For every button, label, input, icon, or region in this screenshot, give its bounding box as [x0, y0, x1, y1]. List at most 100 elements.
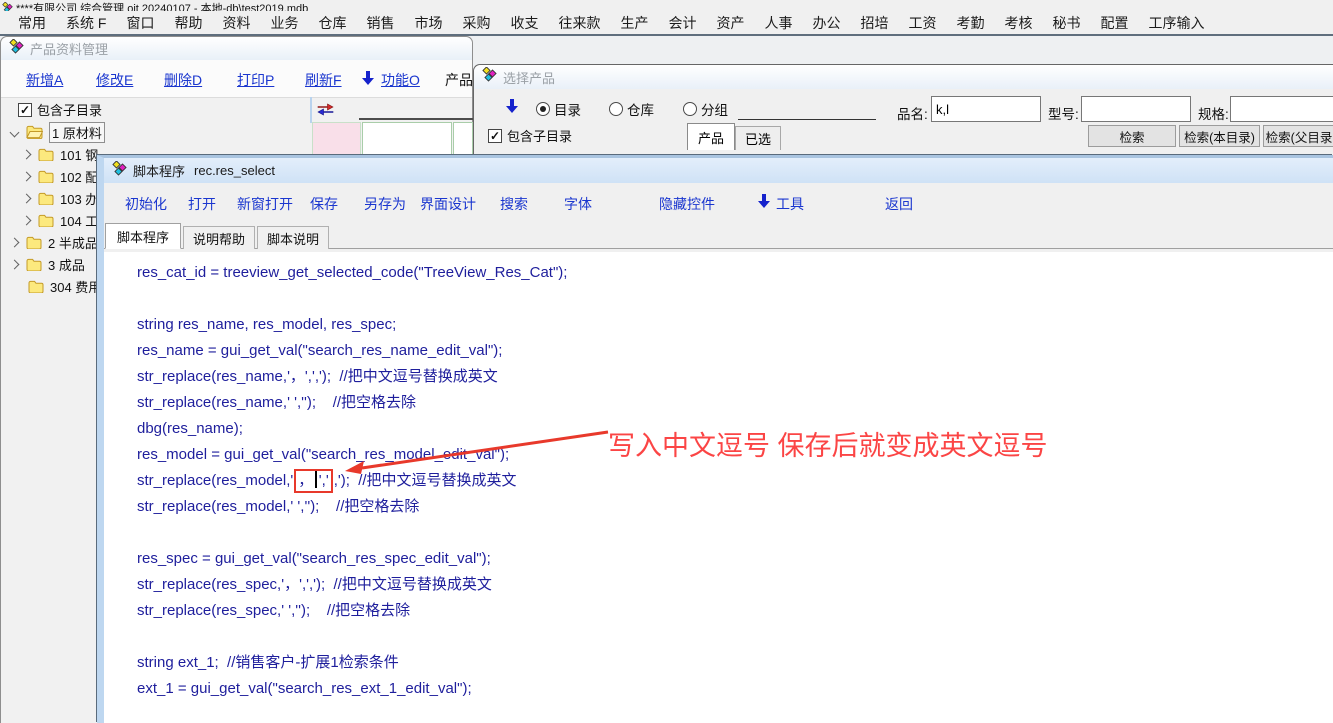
tree-item-label[interactable]: 2 半成品 — [48, 233, 98, 252]
code-editor[interactable]: res_cat_id = treeview_get_selected_code(… — [104, 252, 1333, 723]
save-as-button[interactable]: 另存为 — [364, 194, 406, 214]
add-button[interactable]: 新增A — [26, 70, 63, 90]
save-button[interactable]: 保存 — [310, 194, 338, 214]
open-folder-icon — [26, 125, 43, 139]
tab-script[interactable]: 脚本程序 — [105, 223, 181, 249]
menu-item-peizhi[interactable]: 配置 — [1090, 13, 1138, 33]
spec-field-label: 规格: — [1198, 103, 1229, 123]
select-product-caption: 选择产品 — [474, 65, 1333, 89]
tree-item-raw-materials[interactable]: 1 原材料 — [1, 121, 474, 143]
code-line: res_name = gui_get_val("search_res_name_… — [137, 338, 1333, 364]
menu-item-caigou[interactable]: 采购 — [452, 13, 500, 33]
menu-item-kuaiji[interactable]: 会计 — [658, 13, 706, 33]
menu-item-cangku[interactable]: 仓库 — [308, 13, 356, 33]
tab-help[interactable]: 说明帮助 — [183, 226, 255, 249]
code-line: str_replace(res_name,' ',''); //把空格去除 — [137, 390, 1333, 416]
select-product-tab-row: ✓ 包含子目录 产品 已选 检索 检索(本目录) 检索(父目录 — [474, 123, 1333, 156]
app-title: ****有限公司 综合管理 oit 20240107 - 本地-db\test2… — [16, 0, 308, 11]
refresh-button[interactable]: 刷新F — [305, 70, 342, 90]
tree-item-label[interactable]: 3 成品 — [48, 255, 85, 274]
delete-button[interactable]: 删除D — [164, 70, 202, 90]
functions-button[interactable]: 功能O — [381, 70, 420, 90]
tree-item-label[interactable]: 103 办 — [60, 189, 98, 208]
menu-item-shengchan[interactable]: 生产 — [610, 13, 658, 33]
checkbox-checked-icon[interactable]: ✓ — [488, 129, 502, 143]
chevron-down-icon[interactable] — [10, 127, 20, 137]
window-icon — [112, 161, 127, 181]
tree-item-label[interactable]: 104 工 — [60, 211, 98, 230]
model-field-input[interactable] — [1081, 96, 1191, 122]
radio-icon[interactable] — [609, 102, 623, 116]
tree-item-label[interactable]: 1 原材料 — [49, 122, 105, 143]
chevron-right-icon[interactable] — [22, 149, 32, 159]
script-editor-caption: 脚本程序 rec.res_select — [104, 158, 1333, 183]
spec-field-input[interactable] — [1230, 96, 1333, 122]
open-button[interactable]: 打开 — [188, 194, 216, 214]
radio-icon[interactable] — [683, 102, 697, 116]
menu-item-gongxushuru[interactable]: 工序输入 — [1138, 13, 1214, 33]
chevron-right-icon[interactable] — [10, 259, 20, 269]
filter-underline-input[interactable] — [738, 95, 876, 120]
menu-item-chuangkou[interactable]: 窗口 — [116, 13, 164, 33]
menu-item-renshi[interactable]: 人事 — [754, 13, 802, 33]
menu-item-wanglaikuan[interactable]: 往来款 — [548, 13, 610, 33]
menu-item-xiaoshou[interactable]: 销售 — [356, 13, 404, 33]
tree-item-label[interactable]: 102 配 — [60, 167, 98, 186]
font-button[interactable]: 字体 — [564, 194, 592, 214]
folder-icon — [38, 170, 54, 183]
radio-selected-icon[interactable] — [536, 102, 550, 116]
menu-item-yewu[interactable]: 业务 — [260, 13, 308, 33]
search-button[interactable]: 搜索 — [500, 194, 528, 214]
init-button[interactable]: 初始化 — [125, 194, 167, 214]
window-icon — [9, 39, 24, 59]
menu-item-changyong[interactable]: 常用 — [8, 13, 56, 33]
menu-item-ziliao[interactable]: 资料 — [212, 13, 260, 33]
print-button[interactable]: 打印P — [237, 70, 274, 90]
hide-controls-button[interactable]: 隐藏控件 — [659, 194, 715, 214]
ui-design-button[interactable]: 界面设计 — [420, 194, 476, 214]
arrow-down-icon — [362, 71, 374, 90]
include-subdirs-checkbox-row[interactable]: ✓ 包含子目录 — [18, 100, 102, 119]
menu-item-shouzhi[interactable]: 收支 — [500, 13, 548, 33]
script-tabstrip: 脚本程序 说明帮助 脚本说明 — [104, 223, 1333, 249]
menu-item-zichan[interactable]: 资产 — [706, 13, 754, 33]
chevron-right-icon[interactable] — [22, 215, 32, 225]
menu-item-shichang[interactable]: 市场 — [404, 13, 452, 33]
menu-item-xitong[interactable]: 系统 F — [56, 13, 116, 33]
chevron-right-icon[interactable] — [10, 237, 20, 247]
tab-selected[interactable]: 已选 — [735, 126, 781, 150]
name-field-input[interactable] — [931, 96, 1041, 122]
tab-notes[interactable]: 脚本说明 — [257, 226, 329, 249]
menu-item-zhaopei[interactable]: 招培 — [850, 13, 898, 33]
radio-group[interactable]: 分组 — [683, 99, 728, 119]
arrow-down-icon[interactable] — [506, 99, 518, 118]
radio-catalog[interactable]: 目录 — [536, 99, 581, 119]
back-button[interactable]: 返回 — [885, 194, 913, 214]
search-parent-dir-button[interactable]: 检索(父目录 — [1263, 125, 1333, 147]
checkbox-checked-icon[interactable]: ✓ — [18, 103, 32, 117]
menu-item-mishu[interactable]: 秘书 — [1042, 13, 1090, 33]
annotation-text: 写入中文逗号 保存后就变成英文逗号 — [608, 424, 1048, 463]
menu-item-gongzi[interactable]: 工资 — [898, 13, 946, 33]
select-product-filter-row: 目录 仓库 分组 品名: 型号: 规格: — [474, 95, 1333, 125]
tree-item-label[interactable]: 304 费用 — [50, 277, 101, 296]
chevron-right-icon[interactable] — [22, 171, 32, 181]
menu-item-bangong[interactable]: 办公 — [802, 13, 850, 33]
radio-warehouse[interactable]: 仓库 — [609, 99, 654, 119]
tree-item-label[interactable]: 101 钢 — [60, 145, 98, 164]
tab-product[interactable]: 产品 — [687, 123, 735, 150]
arrow-down-icon — [758, 194, 770, 213]
include-subdirs-checkbox-row[interactable]: ✓ 包含子目录 — [488, 126, 572, 145]
tools-button[interactable]: 工具 — [776, 194, 804, 214]
swap-arrows-icon[interactable] — [317, 103, 334, 121]
search-this-dir-button[interactable]: 检索(本目录) — [1179, 125, 1260, 147]
product-label: 产品 — [445, 70, 473, 90]
menu-item-kaoqin[interactable]: 考勤 — [946, 13, 994, 33]
search-button[interactable]: 检索 — [1088, 125, 1176, 147]
edit-button[interactable]: 修改E — [96, 70, 133, 90]
chevron-right-icon[interactable] — [22, 193, 32, 203]
menu-item-kaohe[interactable]: 考核 — [994, 13, 1042, 33]
menu-item-bangzhu[interactable]: 帮助 — [164, 13, 212, 33]
open-new-window-button[interactable]: 新窗打开 — [237, 194, 293, 214]
folder-icon — [38, 192, 54, 205]
